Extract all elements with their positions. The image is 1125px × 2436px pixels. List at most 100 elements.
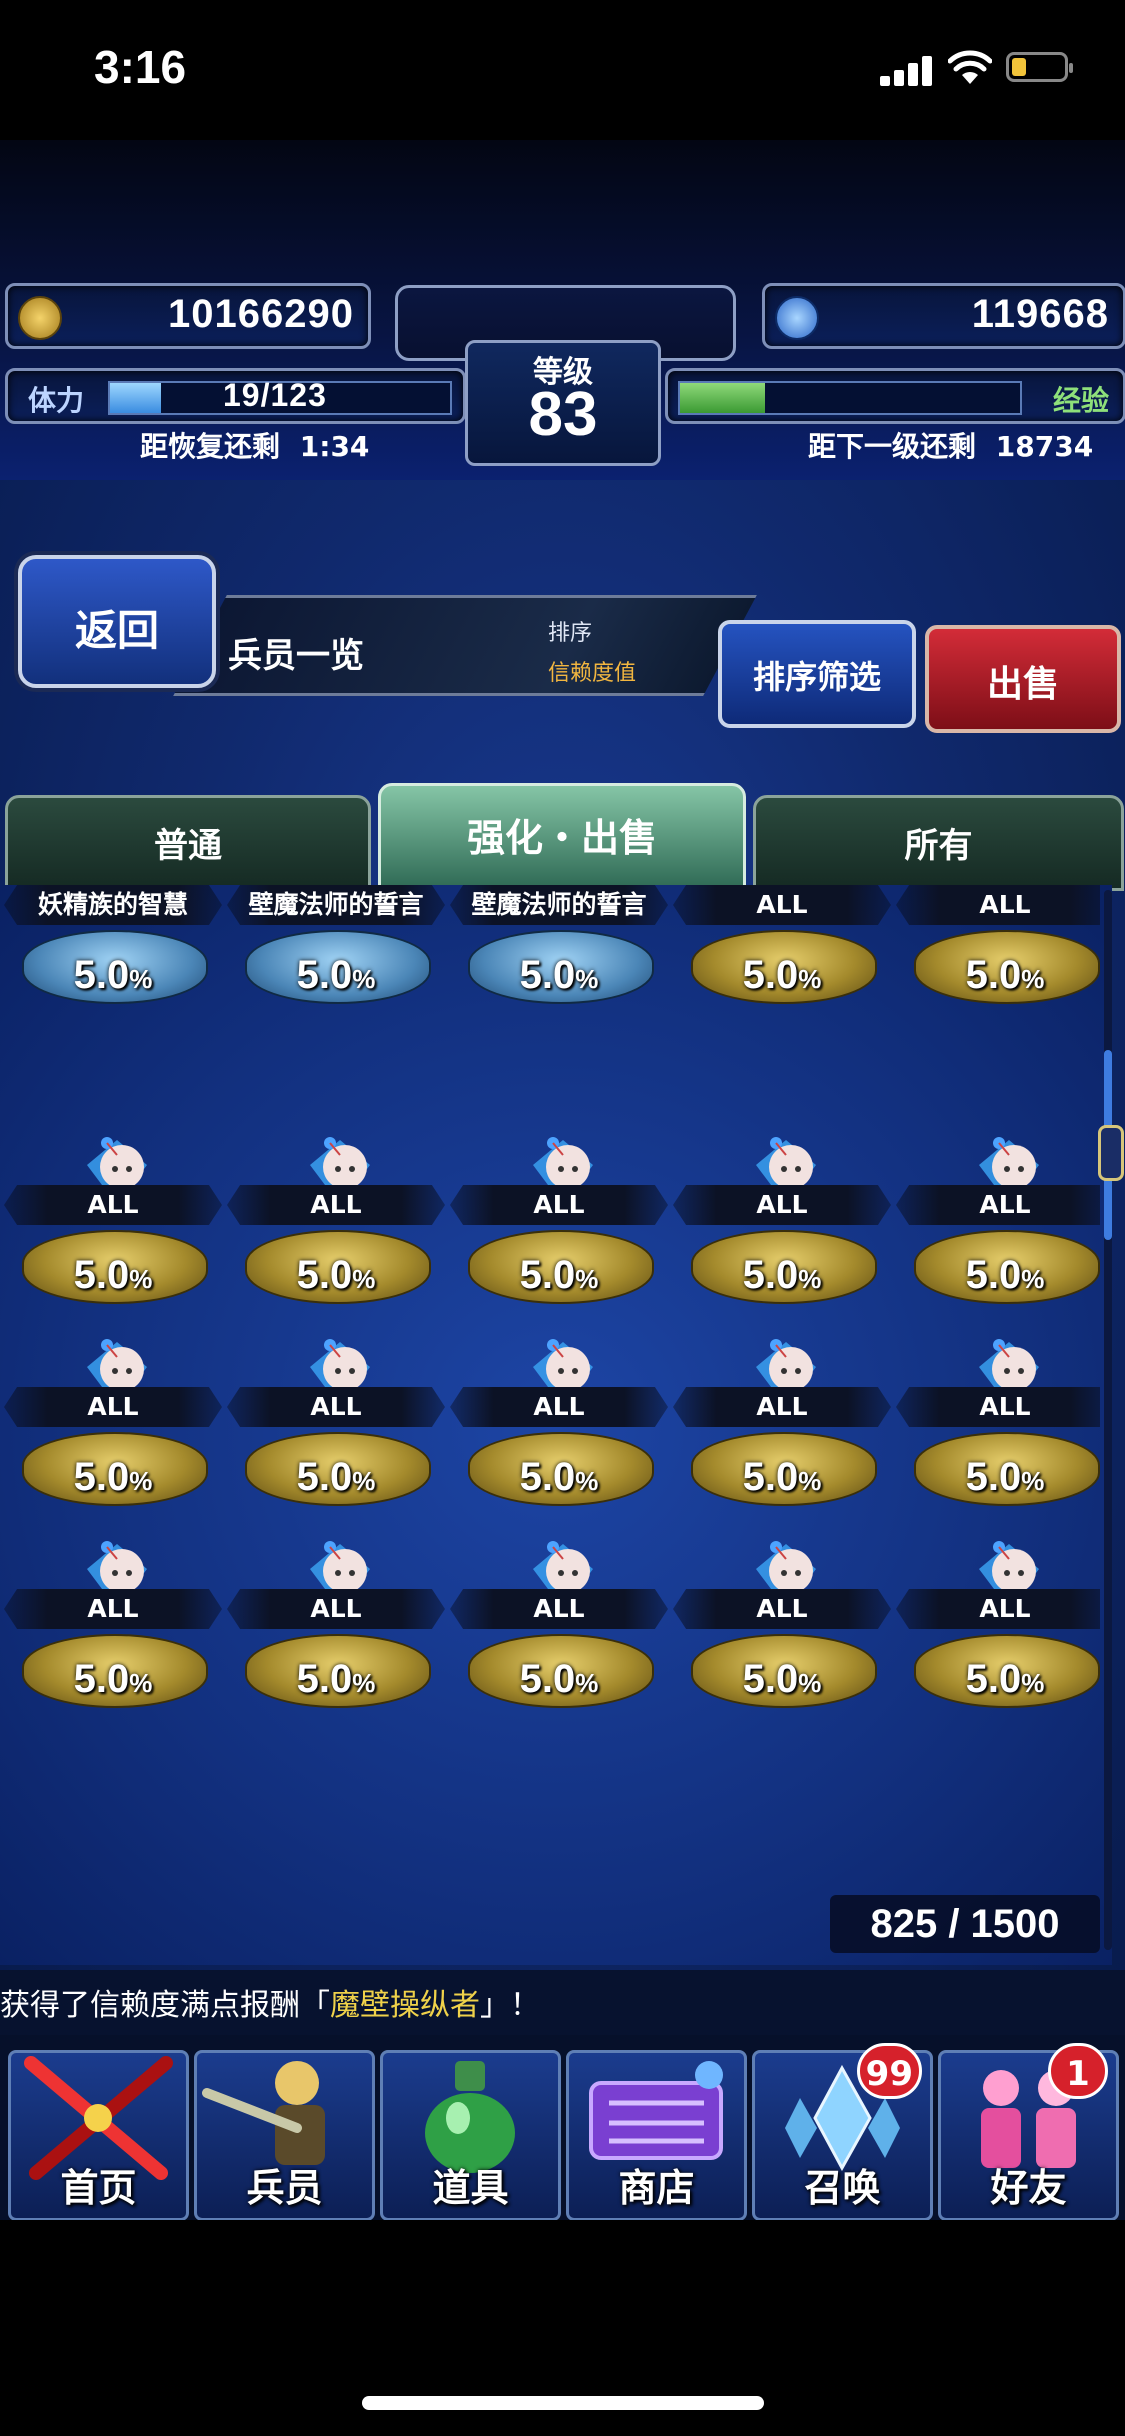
nav-home[interactable]: 首页 <box>8 2050 189 2221</box>
unit-percent-sign: % <box>575 964 599 994</box>
home-indicator[interactable] <box>362 2396 764 2410</box>
unit-tag: ALL <box>450 1387 668 1427</box>
unit-percent-sign: % <box>129 1466 153 1496</box>
page-title: 兵员一览 <box>228 636 364 676</box>
nav-shop[interactable]: 商店 <box>566 2050 747 2221</box>
unit-tag: ALL <box>896 885 1100 925</box>
unit-percent: 5.0% <box>671 1455 893 1500</box>
unit-percent: 5.0% <box>225 1253 447 1298</box>
unit-percent-sign: % <box>798 964 822 994</box>
unit-card[interactable]: 壁魔法师的誓言 5.0% <box>448 885 670 1045</box>
unit-percent: 5.0% <box>225 1657 447 1702</box>
ticker-text: 获得了信赖度满点报酬「魔壁操纵者」！ <box>0 1980 540 2024</box>
unit-percent: 5.0% <box>448 1253 670 1298</box>
unit-tag: ALL <box>673 1387 891 1427</box>
unit-card[interactable]: ALL 5.0% <box>448 1541 670 1749</box>
unit-card[interactable]: ALL 5.0% <box>894 1541 1100 1749</box>
nav-summon[interactable]: 召唤 99 <box>752 2043 933 2221</box>
unit-tag: ALL <box>4 1589 222 1629</box>
unit-percent: 5.0% <box>2 1455 224 1500</box>
unit-card[interactable]: ALL 5.0% <box>225 1541 447 1749</box>
tab-enhance-sell[interactable]: 强化・出售 <box>378 783 746 891</box>
unit-tag: ALL <box>227 1589 445 1629</box>
unit-percent-sign: % <box>798 1466 822 1496</box>
unit-percent-value: 5.0 <box>73 1455 130 1499</box>
scrollbar-thumb[interactable] <box>1098 1125 1124 1181</box>
scrollbar-track[interactable] <box>1104 890 1112 1950</box>
unit-percent-value: 5.0 <box>296 1253 353 1297</box>
unit-percent-value: 5.0 <box>742 953 799 997</box>
unit-tag: ALL <box>896 1387 1100 1427</box>
unit-percent-sign: % <box>1021 964 1045 994</box>
unit-percent-value: 5.0 <box>73 1253 130 1297</box>
nav-friends-label: 好友 <box>990 2166 1067 2210</box>
unit-card[interactable]: ALL 5.0% <box>225 1339 447 1547</box>
nav-home-label: 首页 <box>60 2166 137 2210</box>
sell-button-label: 出售 <box>986 664 1059 705</box>
unit-card[interactable]: ALL 5.0% <box>448 1339 670 1547</box>
unit-card[interactable]: ALL 5.0% <box>894 885 1100 1045</box>
back-button[interactable]: 返回 <box>18 555 216 688</box>
unit-card[interactable]: ALL 5.0% <box>894 1339 1100 1547</box>
cellular-signal-icon <box>880 54 936 86</box>
unit-percent-value: 5.0 <box>519 1455 576 1499</box>
sort-filter-label: 排序筛选 <box>752 658 881 696</box>
unit-percent: 5.0% <box>894 1253 1100 1298</box>
ticker-suffix: 」！ <box>480 1988 540 2023</box>
back-button-label: 返回 <box>74 606 159 655</box>
unit-percent: 5.0% <box>894 1455 1100 1500</box>
next-level-value: 18734 <box>995 430 1094 463</box>
tab-normal-label: 普通 <box>154 826 222 866</box>
unit-percent: 5.0% <box>2 953 224 998</box>
friends-badge: 1 <box>1048 2043 1108 2099</box>
unit-card[interactable]: ALL 5.0% <box>2 1541 224 1749</box>
unit-percent: 5.0% <box>2 1253 224 1298</box>
unit-card[interactable]: ALL 5.0% <box>894 1137 1100 1345</box>
unit-tag: ALL <box>673 1185 891 1225</box>
unit-card[interactable]: ALL 5.0% <box>225 1137 447 1345</box>
gil-counter: 10166290 <box>5 283 371 349</box>
exp-bar-track <box>678 381 1022 415</box>
gem-value: 119668 <box>971 292 1109 336</box>
wifi-icon <box>948 50 992 84</box>
news-ticker: 获得了信赖度满点报酬「魔壁操纵者」！ <box>0 1970 1125 2035</box>
unit-percent-value: 5.0 <box>519 953 576 997</box>
tab-all-label: 所有 <box>904 826 973 866</box>
gil-coin-icon <box>18 296 62 340</box>
unit-card[interactable]: ALL 5.0% <box>671 1339 893 1547</box>
unit-percent: 5.0% <box>448 1455 670 1500</box>
unit-card[interactable]: ALL 5.0% <box>671 1541 893 1749</box>
unit-card[interactable]: 壁魔法师的誓言 5.0% <box>225 885 447 1045</box>
unit-card[interactable]: ALL 5.0% <box>2 1339 224 1547</box>
unit-percent-sign: % <box>575 1668 599 1698</box>
nav-items-label: 道具 <box>432 2166 509 2210</box>
stamina-value: 19/123 <box>223 377 327 413</box>
tab-all[interactable]: 所有 <box>753 795 1124 891</box>
nav-friends[interactable]: 好友 1 <box>938 2043 1119 2221</box>
exp-bar-fill <box>680 383 765 413</box>
unit-percent-value: 5.0 <box>965 953 1022 997</box>
unit-percent-value: 5.0 <box>742 1253 799 1297</box>
tab-normal[interactable]: 普通 <box>5 795 371 891</box>
unit-percent: 5.0% <box>894 953 1100 998</box>
nav-items[interactable]: 道具 <box>380 2050 561 2221</box>
unit-card[interactable]: 妖精族的智慧 5.0% <box>2 885 224 1045</box>
unit-percent-value: 5.0 <box>965 1657 1022 1701</box>
status-bar: 3:16 <box>0 0 1125 140</box>
unit-card[interactable]: ALL 5.0% <box>671 1137 893 1345</box>
unit-percent: 5.0% <box>448 1657 670 1702</box>
unit-tag: ALL <box>227 1185 445 1225</box>
sell-button[interactable]: 出售 <box>925 625 1121 733</box>
unit-count: 825 / 1500 <box>830 1895 1100 1953</box>
unit-percent-value: 5.0 <box>296 1455 353 1499</box>
unit-percent-sign: % <box>1021 1466 1045 1496</box>
unit-grid: 妖精族的智慧 5.0% 壁魔法师的誓言 5.0% 壁魔法师的誓言 5.0% ALL 5.0% A… <box>0 885 1100 1965</box>
status-time: 3:16 <box>94 41 187 93</box>
unit-tag: ALL <box>896 1589 1100 1629</box>
nav-units[interactable]: 兵员 <box>194 2050 375 2221</box>
unit-card[interactable]: ALL 5.0% <box>2 1137 224 1345</box>
unit-percent: 5.0% <box>225 1455 447 1500</box>
unit-card[interactable]: ALL 5.0% <box>448 1137 670 1345</box>
unit-card[interactable]: ALL 5.0% <box>671 885 893 1045</box>
sort-filter-button[interactable]: 排序筛选 <box>718 620 916 728</box>
